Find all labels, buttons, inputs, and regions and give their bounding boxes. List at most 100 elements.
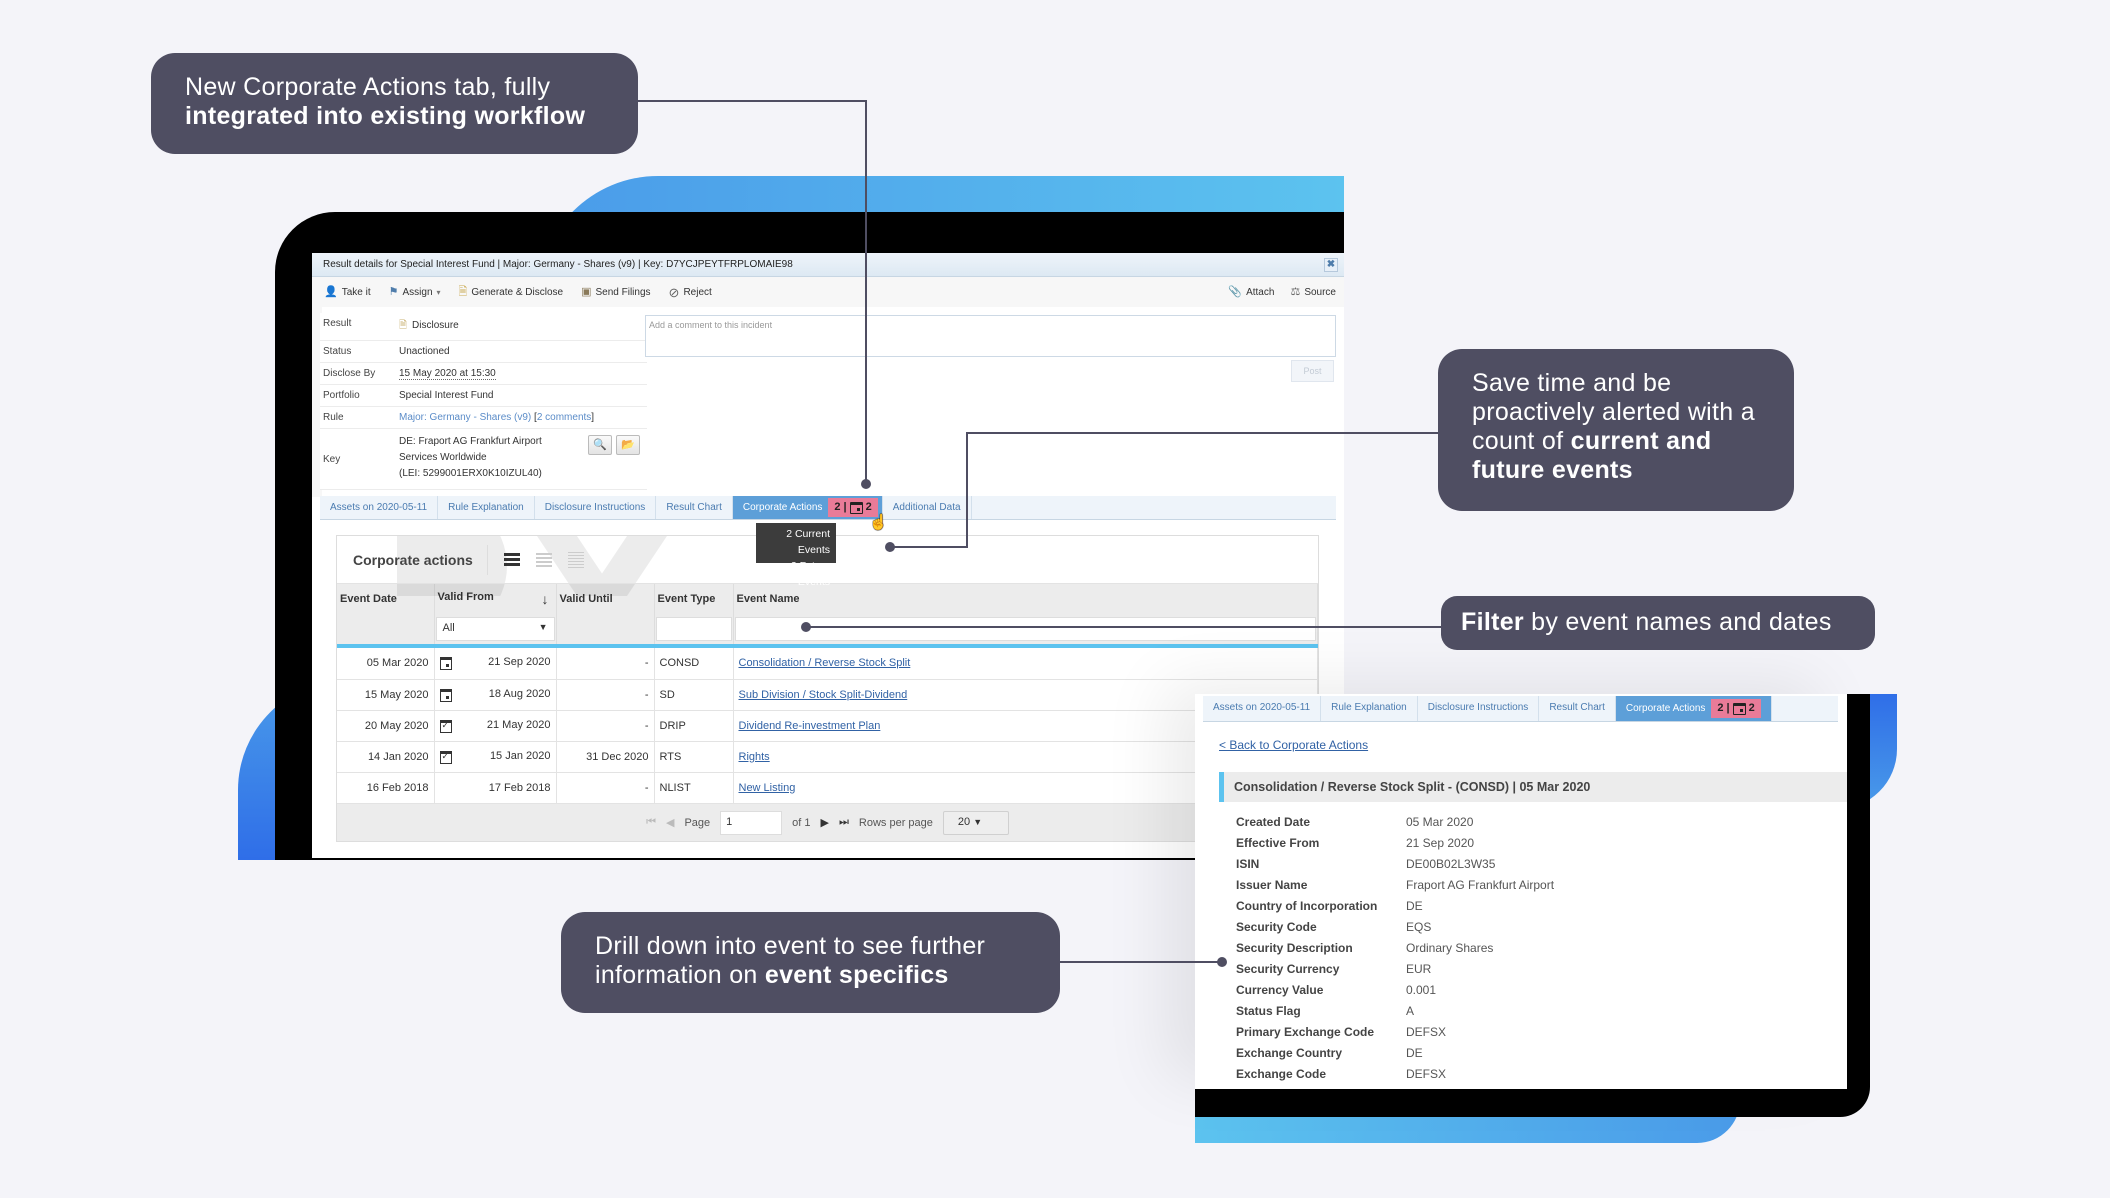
event-count-tooltip: 2 Current Events 2 Future Events — [756, 523, 836, 588]
event-date-cell: 05 Mar 2020 — [337, 648, 435, 680]
detail-tab-bar: Assets on 2020-05-11 Rule Explanation Di… — [1203, 696, 1838, 722]
pointer-cursor-icon: ☝ — [869, 514, 888, 531]
event-type-filter-input[interactable] — [655, 617, 732, 641]
detail-field: Created Date 05 Mar 2020 — [1236, 812, 1554, 833]
portfolio-link[interactable]: Special Interest Fund — [399, 385, 647, 406]
window-title: Result details for Special Interest Fund… — [323, 259, 793, 270]
search-icon[interactable]: 🔍 — [588, 435, 612, 455]
next-page-icon[interactable]: ▶ — [821, 816, 829, 829]
reject-button[interactable]: ⊘ Reject — [669, 286, 712, 299]
back-to-corporate-actions-link[interactable]: < Back to Corporate Actions — [1219, 738, 1368, 752]
assign-icon: ⚑ — [388, 285, 399, 298]
view-medium-icon[interactable] — [535, 552, 552, 567]
source-label: Source — [1304, 286, 1336, 298]
assign-button[interactable]: ⚑ Assign ▾ — [388, 285, 441, 298]
paperclip-icon: 📎 — [1228, 285, 1243, 298]
last-page-icon[interactable]: ⏭ — [839, 816, 849, 829]
take-it-label: Take it — [341, 286, 371, 298]
valid-from-filter-select[interactable]: All ▼ — [435, 617, 555, 641]
table-row[interactable]: 20 May 2020 21 May 2020 - DRIP Dividend … — [337, 710, 1318, 742]
field-label: Currency Value — [1236, 983, 1324, 997]
page-input[interactable]: 1 — [720, 810, 783, 835]
detail-label: Portfolio — [323, 390, 360, 401]
tab-corporate-actions[interactable]: Corporate Actions 2 | 2 — [732, 496, 883, 519]
tab-corporate-actions[interactable]: Corporate Actions 2 | 2 — [1615, 696, 1772, 721]
key-line: (LEI: 5299001ERX0K10IZUL40) — [399, 467, 542, 479]
generate-disclose-button[interactable]: 🗎 Generate & Disclose — [459, 286, 564, 298]
send-filings-button[interactable]: ▣ Send Filings — [581, 285, 651, 298]
comment-input[interactable]: Add a comment to this incident — [645, 315, 1336, 357]
field-value: 05 Mar 2020 — [1406, 815, 1474, 829]
table-row[interactable]: 15 May 2020 18 Aug 2020 - SD Sub Divisio… — [337, 679, 1318, 711]
detail-field: ISIN DE00B02L3W35 — [1236, 854, 1554, 875]
event-name-link[interactable]: Sub Division / Stock Split-Dividend — [739, 689, 908, 701]
event-name-link[interactable]: Consolidation / Reverse Stock Split — [739, 657, 911, 669]
attach-button[interactable]: 📎 Attach — [1228, 285, 1275, 298]
corporate-actions-title: Corporate actions — [353, 544, 488, 575]
valid-until-cell: - — [556, 710, 655, 742]
tab-assets[interactable]: Assets on 2020-05-11 — [320, 496, 439, 519]
source-button[interactable]: ⚖ Source — [1290, 286, 1336, 298]
tab-rule-explanation[interactable]: Rule Explanation — [438, 496, 535, 519]
filter-value: All — [442, 622, 455, 634]
tab-disclosure-instructions[interactable]: Disclosure Instructions — [1418, 696, 1540, 721]
send-filings-label: Send Filings — [595, 286, 651, 298]
event-name-link[interactable]: Dividend Re-investment Plan — [739, 720, 881, 732]
valid-from-cell: 17 Feb 2018 — [434, 772, 557, 804]
detail-value: 15 May 2020 at 15:30 — [399, 363, 647, 384]
page-label: Page — [684, 816, 711, 829]
attach-label: Attach — [1246, 286, 1275, 298]
event-name-cell: Consolidation / Reverse Stock Split — [733, 648, 1318, 680]
callout-text: by event names and dates — [1523, 608, 1832, 636]
rule-link[interactable]: Major: Germany - Shares (v9) — [399, 412, 531, 423]
folder-icon[interactable]: 📂 — [616, 435, 640, 455]
chevron-down-icon: ▼ — [973, 816, 983, 827]
valid-from-value: 18 Aug 2020 — [488, 687, 551, 700]
take-it-button[interactable]: 👤 Take it — [324, 286, 371, 298]
valid-from-value: 21 May 2020 — [486, 718, 551, 731]
current-event-count: 2 — [1717, 702, 1724, 714]
detail-field: Effective From 21 Sep 2020 — [1236, 833, 1554, 854]
divider: | — [843, 501, 847, 513]
field-label: Effective From — [1236, 836, 1320, 850]
event-name-link[interactable]: New Listing — [739, 782, 796, 794]
table-row[interactable]: 16 Feb 2018 17 Feb 2018 - NLIST New List… — [337, 772, 1318, 804]
filter-cell — [556, 614, 655, 644]
filing-icon: ▣ — [581, 285, 592, 298]
detail-field: Exchange Code DEFSX — [1236, 1064, 1554, 1085]
rows-per-page-select[interactable]: 20 ▼ — [942, 810, 1009, 835]
view-dense-icon[interactable] — [567, 551, 584, 568]
view-compact-icon[interactable] — [503, 553, 520, 566]
event-date-cell: 20 May 2020 — [337, 710, 435, 742]
detail-label: Disclose By — [323, 368, 376, 379]
prev-page-icon[interactable]: ◀ — [666, 816, 674, 829]
close-icon[interactable]: ✖ — [1324, 258, 1338, 272]
tab-label: Corporate Actions — [1625, 703, 1706, 714]
field-value: EUR — [1406, 962, 1432, 976]
event-name-filter-input[interactable] — [734, 617, 1316, 641]
event-name-link[interactable]: Rights — [739, 751, 770, 763]
tab-result-chart[interactable]: Result Chart — [656, 496, 733, 519]
tab-rule-explanation[interactable]: Rule Explanation — [1321, 696, 1418, 721]
tab-bar: Assets on 2020-05-11 Rule Explanation Di… — [320, 496, 1336, 520]
tab-result-chart[interactable]: Result Chart — [1539, 696, 1616, 721]
table-row[interactable]: 14 Jan 2020 15 Jan 2020 31 Dec 2020 RTS … — [337, 741, 1318, 773]
tab-disclosure-instructions[interactable]: Disclosure Instructions — [535, 496, 657, 519]
field-label: Country of Incorporation — [1236, 899, 1378, 913]
field-value: DE — [1406, 899, 1423, 913]
tab-additional-data[interactable]: Additional Data — [883, 496, 972, 519]
event-type-cell: RTS — [654, 741, 734, 773]
reject-label: Reject — [683, 286, 712, 298]
field-value: EQS — [1406, 920, 1432, 934]
table-row[interactable]: 05 Mar 2020 21 Sep 2020 - CONSD Consolid… — [337, 648, 1318, 680]
first-page-icon[interactable]: ⏮ — [646, 816, 656, 829]
valid-until-cell: - — [556, 772, 655, 804]
document-icon: 🗎 — [399, 320, 408, 331]
field-value: 0.001 — [1406, 983, 1437, 997]
post-button[interactable]: Post — [1291, 360, 1334, 382]
tab-assets[interactable]: Assets on 2020-05-11 — [1203, 696, 1322, 721]
rule-comments-link[interactable]: 2 comments — [537, 412, 591, 423]
toolbar: 👤 Take it ⚑ Assign ▾ 🗎 Generate & Disclose ▣… — [312, 277, 1344, 307]
field-label: Exchange Country — [1236, 1046, 1343, 1060]
valid-from-value: 21 Sep 2020 — [488, 656, 551, 669]
